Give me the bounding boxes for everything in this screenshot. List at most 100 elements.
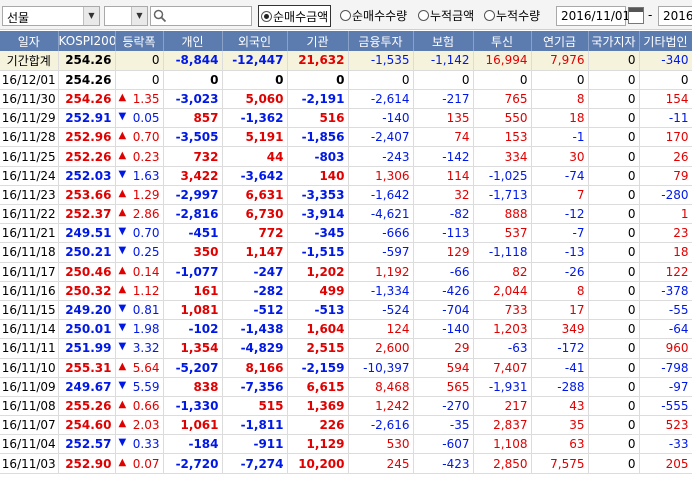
insurance-cell: 74 [413,127,474,148]
table-row[interactable]: 16/11/04 252.57 ▼ 0.33 -184 -911 1,129 530 -607 1… [0,434,692,455]
foreign-cell: 5,191 [222,127,288,148]
foreign-cell: -12,447 [222,51,288,71]
investment-trust-cell: 888 [473,204,532,225]
financial-investment-cell: 1,306 [348,166,414,186]
change-cell: ▲ 5.64 [115,358,164,378]
table-row[interactable]: 16/11/18 250.21 ▼ 0.25 350 1,147 -1,515 -597 129… [0,242,692,263]
start-date-input[interactable]: 2016/11/01 [556,6,630,26]
financial-investment-cell: -666 [348,223,414,244]
column-header[interactable]: 외국인 [222,31,288,51]
column-header[interactable]: 개인 [163,31,223,51]
radio-selected-icon[interactable] [261,11,272,22]
institution-cell: -513 [287,300,349,321]
column-header[interactable]: 일자 [0,31,59,51]
down-arrow-icon: ▼ [118,245,127,257]
table-row[interactable]: 16/11/17 250.46 ▲ 0.14 -1,077 -247 1,202 1,192-… [0,262,692,282]
date-cell: 16/11/10 [0,358,59,378]
market-select[interactable]: 선물 ▼ [2,6,100,26]
table-row[interactable]: 16/11/24 252.03 ▼ 1.63 3,422 -3,642 140 1,306 11… [0,166,692,186]
table-row[interactable]: 16/11/30 254.26 ▲ 1.35 -3,023 5,060 -2,191 -2,6… [0,89,692,110]
foreign-cell: 44 [222,146,288,167]
change-value: 0.70 [132,226,160,241]
table-row[interactable]: 16/11/25 252.26 ▲ 0.23 732 44 -803 -243 -142 334 3… [0,146,692,167]
institution-cell: 226 [287,415,349,436]
radio-cumulative-quantity[interactable]: 누적수량 [484,5,540,27]
column-header[interactable]: 투신 [473,31,532,51]
column-header[interactable]: 국가지자 [588,31,640,51]
investor-trading-table: 일자 KOSPI200 등락폭 개인 외국인 기관 금융투자 보험 투신 연기금 국가지자 기타법인 … [0,31,692,474]
radio-label: 누적금액 [430,9,475,23]
up-arrow-icon: ▲ [118,130,127,142]
individual-cell: -1,330 [163,396,223,417]
chevron-down-icon[interactable]: ▼ [83,7,99,25]
radio-icon[interactable] [340,10,351,21]
radio-icon[interactable] [418,10,429,21]
kospi200-cell: 250.32 [58,281,116,301]
column-header[interactable]: 보험 [413,31,474,51]
column-header[interactable]: 기관 [287,31,349,51]
insurance-cell: 0 [413,70,474,90]
table-row[interactable]: 16/11/29 252.91 ▼ 0.05 857 -1,362 516 -140 135 55… [0,108,692,129]
table-row[interactable]: 16/11/23 253.66 ▲ 1.29 -2,997 6,631 -3,353 -1,6… [0,185,692,206]
pension-fund-cell: 7 [531,185,589,206]
date-cell: 16/11/09 [0,377,59,397]
change-cell: ▼ 0.33 [115,434,164,455]
kospi200-cell: 252.90 [58,453,116,474]
investment-trust-cell: -1,025 [473,166,532,186]
institution-cell: 10,200 [287,453,349,474]
radio-net-buy-amount[interactable]: 순매수금액 [258,5,332,27]
pension-fund-cell: -1 [531,127,589,148]
pension-fund-cell: 18 [531,108,589,129]
pension-fund-cell: 349 [531,319,589,340]
radio-cumulative-amount[interactable]: 누적금액 [418,5,474,27]
table-row[interactable]: 16/12/01 254.26 0 0 0 0 0 0 0 0 0 0 [0,70,692,90]
change-value: 0.23 [132,149,160,164]
date-separator: - [648,8,653,22]
column-header[interactable]: 등락폭 [115,31,164,51]
table-row[interactable]: 16/11/07 254.60 ▲ 2.03 1,061 -1,811 226 -2,616-… [0,415,692,436]
search-input[interactable] [150,6,252,26]
calendar-icon[interactable] [628,7,644,24]
table-row[interactable]: 16/11/08 255.26 ▲ 0.66 -1,330 515 1,369 1,242 -2… [0,396,692,417]
table-row[interactable]: 16/11/10 255.31 ▲ 5.64 -5,207 8,166 -2,159 -10,… [0,358,692,378]
individual-cell: -2,720 [163,453,223,474]
table-row[interactable]: 16/11/21 249.51 ▼ 0.70 -451 772 -345 -666 -113 53… [0,223,692,244]
table-row[interactable]: 16/11/03 252.90 ▲ 0.07 -2,720 -7,274 10,200 245… [0,453,692,474]
institution-cell: -345 [287,223,349,244]
financial-investment-cell: -2,407 [348,127,414,148]
table-row[interactable]: 16/11/28 252.96 ▲ 0.70 -3,505 5,191 -1,856 -2,4… [0,127,692,148]
date-cell: 16/11/15 [0,300,59,321]
end-date-input[interactable]: 2016/ [658,6,692,26]
radio-icon[interactable] [484,10,495,21]
radio-net-buy-quantity[interactable]: 순매수수량 [340,5,407,27]
insurance-cell: 135 [413,108,474,129]
government-cell: 0 [588,223,640,244]
insurance-cell: 565 [413,377,474,397]
chevron-down-icon[interactable]: ▼ [131,7,147,25]
table-row[interactable]: 16/11/09 249.67 ▼ 5.59 838 -7,356 6,615 8,468 56… [0,377,692,397]
change-cell: ▼ 0.25 [115,242,164,263]
change-cell: ▲ 2.86 [115,204,164,225]
down-arrow-icon: ▼ [118,303,127,315]
change-cell: ▲ 1.12 [115,281,164,301]
table-row[interactable]: 16/11/15 249.20 ▼ 0.81 1,081 -512 -513 -524 -704… [0,300,692,321]
table-header-row: 일자 KOSPI200 등락폭 개인 외국인 기관 금융투자 보험 투신 연기금 국가지자 기타법인 [0,31,692,51]
table-row[interactable]: 16/11/11 251.99 ▼ 3.32 1,354 -4,829 2,515 2,600… [0,338,692,359]
column-header[interactable]: KOSPI200 [58,31,116,51]
secondary-select[interactable]: ▼ [104,6,148,26]
institution-cell: 516 [287,108,349,129]
financial-investment-cell: 8,468 [348,377,414,397]
individual-cell: -2,997 [163,185,223,206]
table-row[interactable]: 16/11/22 252.37 ▲ 2.86 -2,816 6,730 -3,914 -4,6… [0,204,692,225]
table-row[interactable]: 16/11/14 250.01 ▼ 1.98 -102 -1,438 1,604 124 -14… [0,319,692,340]
pension-fund-cell: -41 [531,358,589,378]
column-header[interactable]: 연기금 [531,31,589,51]
column-header[interactable]: 기타법인 [639,31,692,51]
column-header[interactable]: 금융투자 [348,31,414,51]
search-icon[interactable] [153,9,167,23]
table-row[interactable]: 16/11/16 250.32 ▲ 1.12 161 -282 499 -1,334 -426 2… [0,281,692,301]
table-row[interactable]: 기간합계 254.26 0 -8,844 -12,447 21,632 -1,535 -1,1… [0,51,692,71]
financial-investment-cell: -1,535 [348,51,414,71]
foreign-cell: 6,631 [222,185,288,206]
pension-fund-cell: 8 [531,281,589,301]
